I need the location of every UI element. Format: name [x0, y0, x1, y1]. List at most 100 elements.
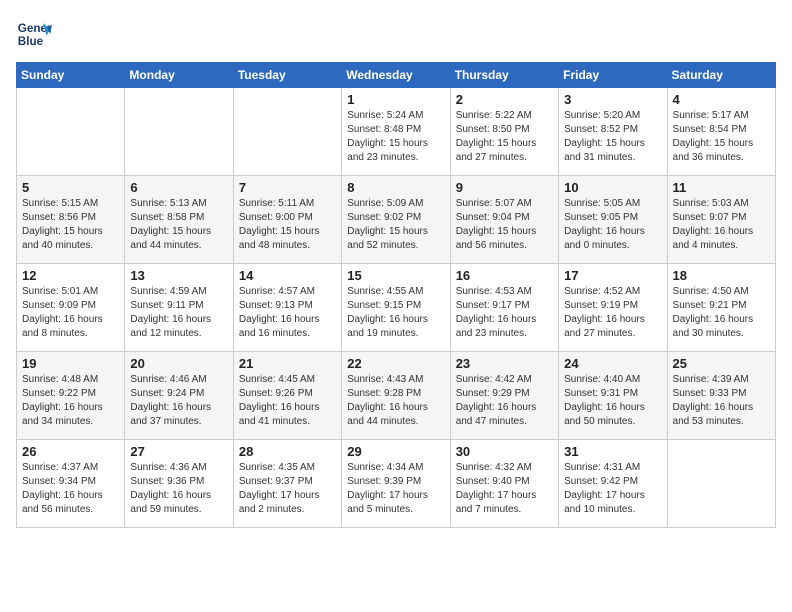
- day-info: Sunrise: 5:01 AM Sunset: 9:09 PM Dayligh…: [22, 285, 119, 341]
- day-info: Sunrise: 4:37 AM Sunset: 9:34 PM Dayligh…: [22, 461, 119, 517]
- calendar-cell: 17 Sunrise: 4:52 AM Sunset: 9:19 PM Dayli…: [559, 264, 667, 352]
- calendar-cell: 8 Sunrise: 5:09 AM Sunset: 9:02 PM Daylig…: [342, 176, 450, 264]
- calendar-cell: [17, 88, 125, 176]
- day-info: Sunrise: 4:52 AM Sunset: 9:19 PM Dayligh…: [564, 285, 661, 341]
- day-number: 22: [347, 356, 444, 371]
- week-row-2: 5Sunrise: 5:15 AM Sunset: 8:56 PM Daylig…: [17, 176, 776, 264]
- day-info: Sunrise: 5:22 AM Sunset: 8:50 PM Dayligh…: [456, 109, 553, 165]
- calendar-cell: 29 Sunrise: 4:34 AM Sunset: 9:39 PM Dayli…: [342, 440, 450, 528]
- calendar-cell: 3 Sunrise: 5:20 AM Sunset: 8:52 PM Daylig…: [559, 88, 667, 176]
- week-row-4: 19 Sunrise: 4:48 AM Sunset: 9:22 PM Dayli…: [17, 352, 776, 440]
- logo-icon: General Blue: [16, 16, 52, 52]
- day-number: 29: [347, 444, 444, 459]
- weekday-header-tuesday: Tuesday: [233, 63, 341, 88]
- day-number: 17: [564, 268, 661, 283]
- day-info: Sunrise: 4:53 AM Sunset: 9:17 PM Dayligh…: [456, 285, 553, 341]
- day-info: Sunrise: 4:50 AM Sunset: 9:21 PM Dayligh…: [673, 285, 770, 341]
- day-number: 14: [239, 268, 336, 283]
- calendar-cell: 18 Sunrise: 4:50 AM Sunset: 9:21 PM Dayli…: [667, 264, 775, 352]
- calendar-cell: 14Sunrise: 4:57 AM Sunset: 9:13 PM Dayli…: [233, 264, 341, 352]
- day-number: 5: [22, 180, 119, 195]
- calendar-cell: 25 Sunrise: 4:39 AM Sunset: 9:33 PM Dayli…: [667, 352, 775, 440]
- day-number: 8: [347, 180, 444, 195]
- calendar-cell: 15 Sunrise: 4:55 AM Sunset: 9:15 PM Dayli…: [342, 264, 450, 352]
- day-number: 3: [564, 92, 661, 107]
- calendar-cell: 7Sunrise: 5:11 AM Sunset: 9:00 PM Daylig…: [233, 176, 341, 264]
- calendar-cell: 24Sunrise: 4:40 AM Sunset: 9:31 PM Dayli…: [559, 352, 667, 440]
- day-number: 10: [564, 180, 661, 195]
- day-number: 11: [673, 180, 770, 195]
- calendar-cell: 31 Sunrise: 4:31 AM Sunset: 9:42 PM Dayli…: [559, 440, 667, 528]
- calendar-cell: 4 Sunrise: 5:17 AM Sunset: 8:54 PM Daylig…: [667, 88, 775, 176]
- day-info: Sunrise: 4:43 AM Sunset: 9:28 PM Dayligh…: [347, 373, 444, 429]
- weekday-header-sunday: Sunday: [17, 63, 125, 88]
- week-row-3: 12Sunrise: 5:01 AM Sunset: 9:09 PM Dayli…: [17, 264, 776, 352]
- day-info: Sunrise: 4:39 AM Sunset: 9:33 PM Dayligh…: [673, 373, 770, 429]
- day-number: 13: [130, 268, 227, 283]
- weekday-header-friday: Friday: [559, 63, 667, 88]
- day-info: Sunrise: 4:59 AM Sunset: 9:11 PM Dayligh…: [130, 285, 227, 341]
- day-info: Sunrise: 4:45 AM Sunset: 9:26 PM Dayligh…: [239, 373, 336, 429]
- day-info: Sunrise: 5:05 AM Sunset: 9:05 PM Dayligh…: [564, 197, 661, 253]
- calendar-cell: 11 Sunrise: 5:03 AM Sunset: 9:07 PM Dayli…: [667, 176, 775, 264]
- day-info: Sunrise: 4:34 AM Sunset: 9:39 PM Dayligh…: [347, 461, 444, 517]
- day-number: 2: [456, 92, 553, 107]
- day-info: Sunrise: 4:46 AM Sunset: 9:24 PM Dayligh…: [130, 373, 227, 429]
- weekday-header-wednesday: Wednesday: [342, 63, 450, 88]
- calendar-cell: 30 Sunrise: 4:32 AM Sunset: 9:40 PM Dayli…: [450, 440, 558, 528]
- calendar-cell: 21 Sunrise: 4:45 AM Sunset: 9:26 PM Dayli…: [233, 352, 341, 440]
- calendar-cell: 13 Sunrise: 4:59 AM Sunset: 9:11 PM Dayli…: [125, 264, 233, 352]
- day-number: 16: [456, 268, 553, 283]
- day-info: Sunrise: 5:09 AM Sunset: 9:02 PM Dayligh…: [347, 197, 444, 253]
- calendar-cell: 1Sunrise: 5:24 AM Sunset: 8:48 PM Daylig…: [342, 88, 450, 176]
- day-info: Sunrise: 5:17 AM Sunset: 8:54 PM Dayligh…: [673, 109, 770, 165]
- day-number: 4: [673, 92, 770, 107]
- calendar-cell: 28Sunrise: 4:35 AM Sunset: 9:37 PM Dayli…: [233, 440, 341, 528]
- day-info: Sunrise: 4:36 AM Sunset: 9:36 PM Dayligh…: [130, 461, 227, 517]
- day-number: 18: [673, 268, 770, 283]
- day-number: 7: [239, 180, 336, 195]
- calendar-cell: 16 Sunrise: 4:53 AM Sunset: 9:17 PM Dayli…: [450, 264, 558, 352]
- day-number: 9: [456, 180, 553, 195]
- day-number: 21: [239, 356, 336, 371]
- day-info: Sunrise: 4:42 AM Sunset: 9:29 PM Dayligh…: [456, 373, 553, 429]
- day-info: Sunrise: 4:35 AM Sunset: 9:37 PM Dayligh…: [239, 461, 336, 517]
- calendar-cell: [125, 88, 233, 176]
- calendar-cell: 22 Sunrise: 4:43 AM Sunset: 9:28 PM Dayli…: [342, 352, 450, 440]
- calendar-cell: 20 Sunrise: 4:46 AM Sunset: 9:24 PM Dayli…: [125, 352, 233, 440]
- day-number: 31: [564, 444, 661, 459]
- calendar-cell: 9Sunrise: 5:07 AM Sunset: 9:04 PM Daylig…: [450, 176, 558, 264]
- calendar-cell: [233, 88, 341, 176]
- weekday-header-thursday: Thursday: [450, 63, 558, 88]
- day-number: 19: [22, 356, 119, 371]
- calendar-cell: [667, 440, 775, 528]
- calendar-cell: 23 Sunrise: 4:42 AM Sunset: 9:29 PM Dayli…: [450, 352, 558, 440]
- day-number: 25: [673, 356, 770, 371]
- calendar-cell: 6Sunrise: 5:13 AM Sunset: 8:58 PM Daylig…: [125, 176, 233, 264]
- day-number: 26: [22, 444, 119, 459]
- calendar-cell: 19 Sunrise: 4:48 AM Sunset: 9:22 PM Dayli…: [17, 352, 125, 440]
- day-number: 20: [130, 356, 227, 371]
- calendar-cell: 10 Sunrise: 5:05 AM Sunset: 9:05 PM Dayli…: [559, 176, 667, 264]
- calendar-cell: 2 Sunrise: 5:22 AM Sunset: 8:50 PM Daylig…: [450, 88, 558, 176]
- day-info: Sunrise: 4:55 AM Sunset: 9:15 PM Dayligh…: [347, 285, 444, 341]
- calendar-cell: 26 Sunrise: 4:37 AM Sunset: 9:34 PM Dayli…: [17, 440, 125, 528]
- calendar-cell: 5Sunrise: 5:15 AM Sunset: 8:56 PM Daylig…: [17, 176, 125, 264]
- weekday-header-monday: Monday: [125, 63, 233, 88]
- day-info: Sunrise: 4:48 AM Sunset: 9:22 PM Dayligh…: [22, 373, 119, 429]
- day-number: 23: [456, 356, 553, 371]
- logo: General Blue: [16, 16, 52, 52]
- day-info: Sunrise: 5:03 AM Sunset: 9:07 PM Dayligh…: [673, 197, 770, 253]
- page-header: General Blue: [16, 16, 776, 52]
- day-info: Sunrise: 4:31 AM Sunset: 9:42 PM Dayligh…: [564, 461, 661, 517]
- day-info: Sunrise: 4:32 AM Sunset: 9:40 PM Dayligh…: [456, 461, 553, 517]
- svg-text:Blue: Blue: [18, 35, 44, 48]
- calendar-table: SundayMondayTuesdayWednesdayThursdayFrid…: [16, 62, 776, 528]
- week-row-1: 1Sunrise: 5:24 AM Sunset: 8:48 PM Daylig…: [17, 88, 776, 176]
- day-number: 30: [456, 444, 553, 459]
- day-info: Sunrise: 5:13 AM Sunset: 8:58 PM Dayligh…: [130, 197, 227, 253]
- day-info: Sunrise: 5:20 AM Sunset: 8:52 PM Dayligh…: [564, 109, 661, 165]
- weekday-header-saturday: Saturday: [667, 63, 775, 88]
- day-number: 15: [347, 268, 444, 283]
- weekday-header-row: SundayMondayTuesdayWednesdayThursdayFrid…: [17, 63, 776, 88]
